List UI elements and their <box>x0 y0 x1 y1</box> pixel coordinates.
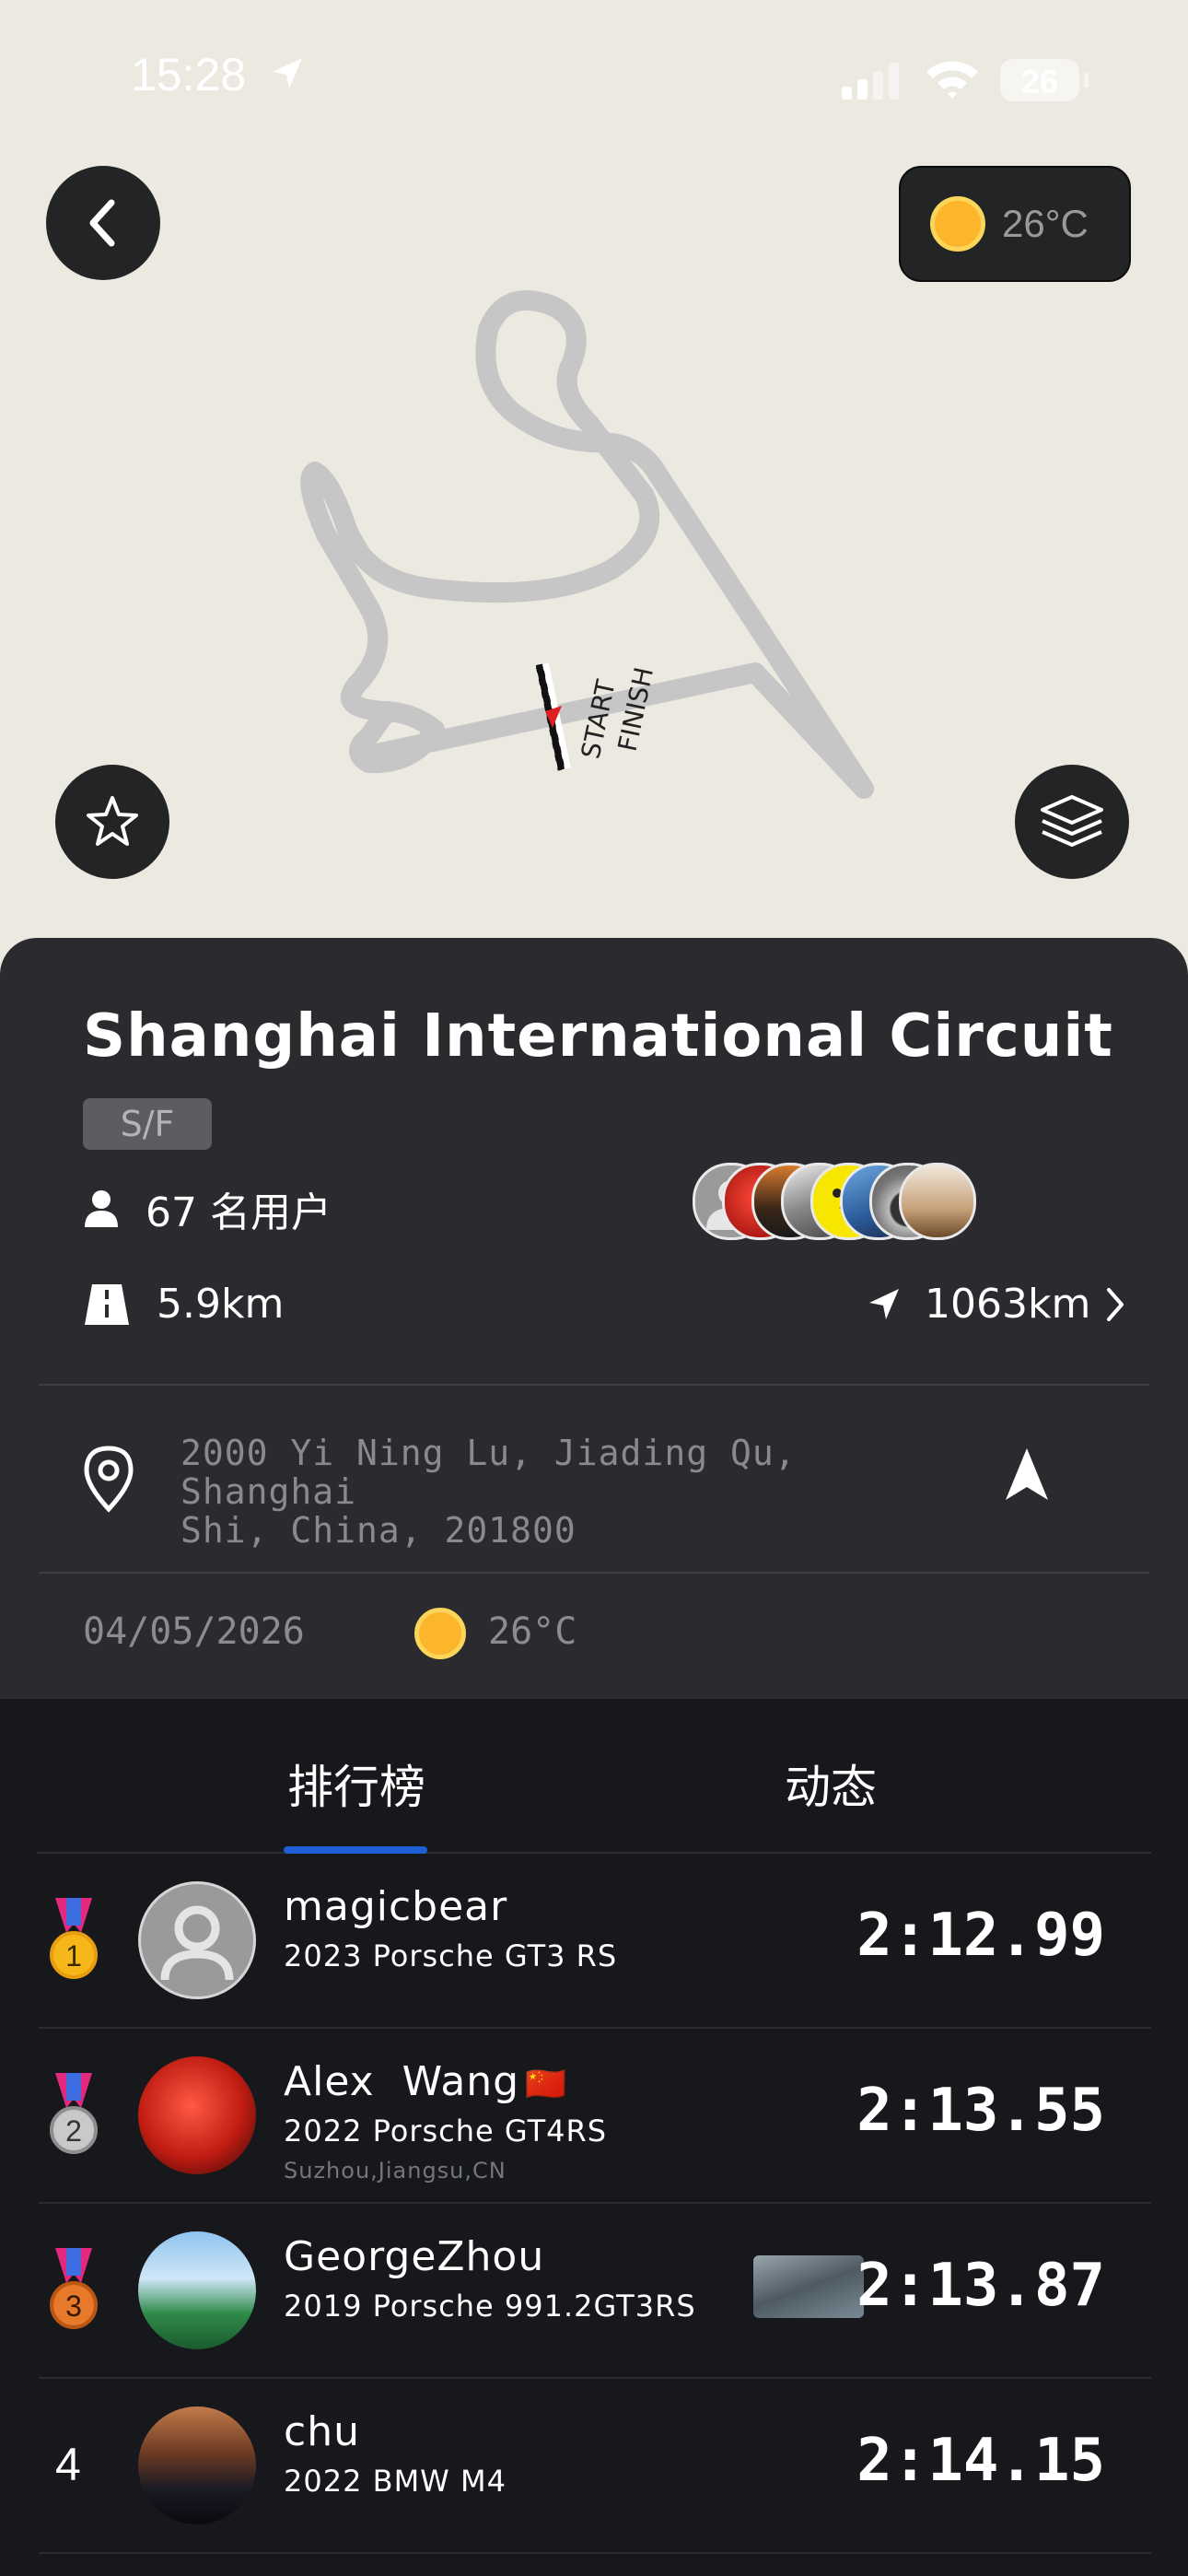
tab-indicator <box>284 1846 427 1854</box>
circuit-layout: START FINISH <box>300 289 874 799</box>
distance-row[interactable]: 1063km <box>866 1281 1129 1328</box>
avatar <box>899 1163 976 1240</box>
driver-name: magicbear <box>284 1883 508 1930</box>
battery-level: 26 <box>1020 63 1059 100</box>
driver-car: 2019 Porsche 991.2GT3RS <box>284 2289 696 2324</box>
bronze-medal-icon: 3 <box>50 2248 98 2329</box>
svg-text:3: 3 <box>65 2289 82 2323</box>
navigate-button[interactable] <box>1002 1445 1052 1504</box>
lap-time: 2:14.15 <box>856 2427 1105 2495</box>
battery-icon: 26 <box>1000 59 1089 101</box>
svg-text:1: 1 <box>65 1939 82 1973</box>
track-map[interactable]: 15:28 26 26°C START FINISH <box>0 0 1188 958</box>
sun-icon <box>930 196 985 252</box>
person-icon <box>85 1190 118 1227</box>
user-count: 67 名用户 <box>146 1189 332 1236</box>
avatar <box>138 2406 256 2524</box>
driver-name-text: Alex Wang <box>284 2058 520 2105</box>
map-layers-button[interactable] <box>1015 765 1129 879</box>
cellular-signal-icon <box>842 63 899 100</box>
driver-name: Alex Wang 🇨🇳 <box>284 2058 567 2105</box>
leaderboard-row[interactable]: 4 chu 2022 BMW M4 2:14.15 <box>39 2379 1151 2554</box>
track-length-row: 5.9km <box>83 1281 284 1328</box>
weather-chip[interactable]: 26°C <box>899 166 1131 282</box>
status-time: 15:28 <box>131 49 247 100</box>
circuit-info-card: Shanghai International Circuit S/F 67 名用… <box>0 938 1188 1699</box>
chevron-left-icon <box>89 199 115 247</box>
driver-name: GeorgeZhou <box>284 2233 545 2280</box>
chevron-right-icon <box>1107 1287 1124 1321</box>
circuit-name: Shanghai International Circuit <box>83 1002 1113 1071</box>
star-icon <box>87 796 138 846</box>
svg-text:2: 2 <box>65 2114 82 2148</box>
weather-temp: 26°C <box>1002 202 1089 245</box>
leaderboard-row[interactable]: 1 magicbear 2023 Porsche GT3 RS 2:12.99 <box>39 1854 1151 2029</box>
rank-number: 4 <box>55 2439 81 2490</box>
driver-car: 2022 Porsche GT4RS <box>284 2113 608 2149</box>
road-icon <box>85 1283 129 1325</box>
divider <box>39 1384 1149 1386</box>
driver-car: 2023 Porsche GT3 RS <box>284 1938 618 1973</box>
track-length: 5.9km <box>157 1281 285 1328</box>
driver-car: 2022 BMW M4 <box>284 2464 507 2499</box>
china-flag-icon: 🇨🇳 <box>525 2066 567 2103</box>
tab-bar: 排行榜 动态 <box>37 1717 1151 1854</box>
leaderboard-row[interactable]: 3 GeorgeZhou 2019 Porsche 991.2GT3RS 2:1… <box>39 2204 1151 2379</box>
divider <box>39 1572 1149 1574</box>
lap-time: 2:13.55 <box>856 2077 1105 2145</box>
status-bar: 15:28 26 <box>0 0 1188 147</box>
wifi-icon <box>926 61 978 99</box>
session-date: 04/05/2026 <box>83 1610 305 1653</box>
circuit-address: 2000 Yi Ning Lu, Jiading Qu, Shanghai Sh… <box>181 1434 991 1550</box>
location-pin-icon <box>84 1446 134 1513</box>
user-count-row[interactable]: 67 名用户 <box>83 1179 332 1238</box>
gold-medal-icon: 1 <box>50 1898 98 1979</box>
favorite-button[interactable] <box>55 765 169 879</box>
address-line-2: Shi, China, 201800 <box>181 1510 577 1551</box>
leaderboard-panel: 排行榜 动态 1 magicbear 2023 Porsche GT3 RS 2… <box>0 1699 1188 2576</box>
sf-tag: S/F <box>83 1098 212 1150</box>
avatar <box>138 2056 256 2174</box>
lap-time: 2:12.99 <box>856 1902 1105 1970</box>
sun-icon <box>414 1608 466 1659</box>
avatar <box>138 2231 256 2349</box>
driver-location: Suzhou,Jiangsu,CN <box>284 2158 507 2184</box>
layers-icon <box>1041 795 1103 847</box>
tab-activity[interactable]: 动态 <box>785 1751 877 1817</box>
silver-medal-icon: 2 <box>50 2073 98 2154</box>
location-arrow-icon <box>273 58 302 88</box>
session-temp: 26°C <box>488 1610 577 1653</box>
navigation-arrow-icon <box>869 1288 899 1319</box>
distance-value: 1063km <box>925 1281 1091 1328</box>
avatar <box>138 1881 256 1999</box>
driver-name: chu <box>284 2408 360 2455</box>
tab-leaderboard[interactable]: 排行榜 <box>287 1751 425 1817</box>
back-button[interactable] <box>46 166 160 280</box>
leaderboard-row[interactable]: 2 Alex Wang 🇨🇳 2022 Porsche GT4RS Suzhou,… <box>39 2029 1151 2204</box>
lap-time: 2:13.87 <box>856 2252 1105 2320</box>
lap-video-thumbnail[interactable] <box>753 2255 864 2318</box>
address-line-1: 2000 Yi Ning Lu, Jiading Qu, Shanghai <box>181 1433 797 1512</box>
